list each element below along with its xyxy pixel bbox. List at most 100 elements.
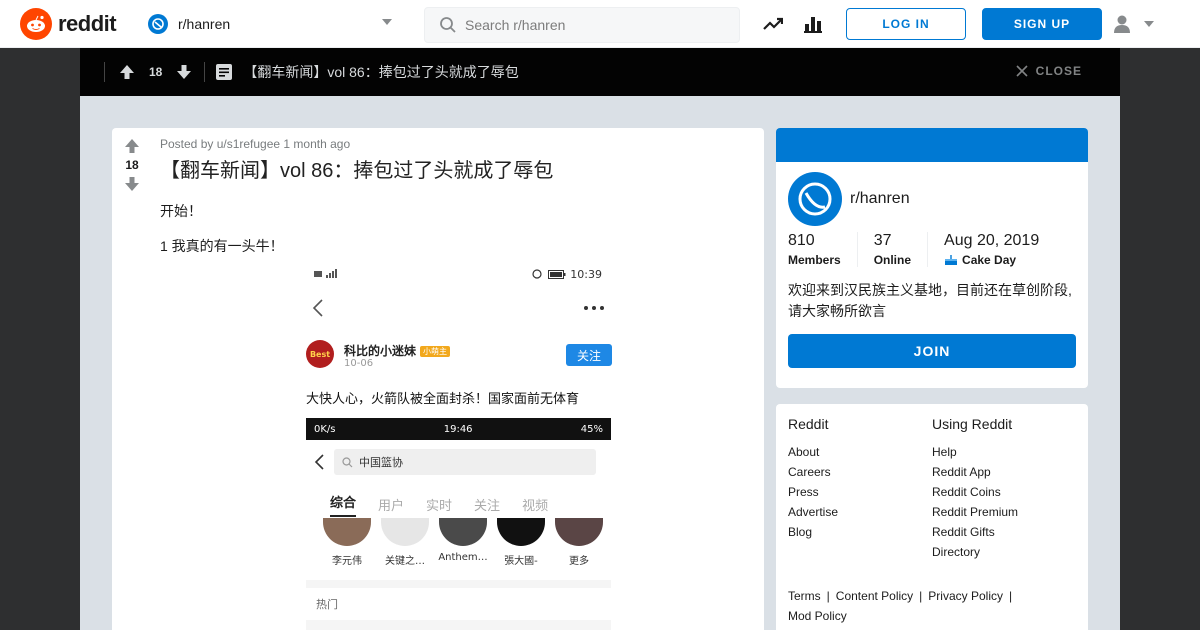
divider (104, 62, 105, 82)
footer-link-reddit-app[interactable]: Reddit App (932, 462, 1072, 482)
logo-text: reddit (58, 11, 117, 36)
nested-hot-label: 热门 (306, 588, 611, 620)
trending-icon[interactable] (763, 14, 783, 34)
post-image[interactable]: 10:39 Best 科比的小迷妹 小萌主 10-06 关注 大快人心，火箭队被全… (304, 262, 622, 630)
nested-avatar: 張大國- (492, 518, 550, 580)
separator: | (826, 589, 830, 603)
join-button[interactable]: JOIN (788, 334, 1076, 368)
author-badge: 小萌主 (420, 346, 451, 357)
nested-tab: 关注 (474, 498, 501, 514)
nested-tab: 视频 (522, 498, 549, 514)
overlay-post-title: 【翻车新闻】vol 86：捧包过了头就成了辱包 (243, 64, 519, 80)
nested-tab: 实时 (426, 498, 453, 514)
footer-link-content-policy[interactable]: Content Policy (836, 589, 913, 603)
user-menu-dropdown[interactable] (1112, 12, 1162, 36)
footer-link-advertise[interactable]: Advertise (788, 502, 928, 522)
overlay-vote-group: 18 (119, 64, 192, 80)
nested-tab: 综合 (330, 492, 357, 517)
subreddit-dropdown[interactable]: r/hanren (148, 12, 398, 36)
nested-tab: 用户 (378, 498, 405, 514)
footer-link-mod-policy[interactable]: Mod Policy (788, 609, 847, 623)
footer-col-title: Using Reddit (932, 416, 1013, 432)
search-bar[interactable] (424, 7, 740, 43)
alarm-icon (532, 269, 542, 279)
footer-link-blog[interactable]: Blog (788, 522, 928, 542)
footer-link-careers[interactable]: Careers (788, 462, 928, 482)
cake-icon (945, 255, 958, 265)
more-icon (584, 306, 604, 310)
subreddit-name: r/hanren (178, 16, 231, 32)
reddit-snoo-icon (20, 8, 52, 40)
back-icon (314, 454, 324, 470)
cake-day-stat: Aug 20, 2019 Cake Day (944, 232, 1040, 267)
stats-icon[interactable] (803, 14, 823, 34)
search-icon (342, 456, 353, 467)
nested-speed: 0K/s (314, 423, 336, 435)
vote-count: 18 (125, 158, 139, 172)
online-stat: 37 Online (874, 232, 929, 267)
footer-link-directory[interactable]: Directory (932, 542, 1072, 562)
nested-avatar: 李元伟 (318, 518, 376, 580)
nested-avatar-row: 李元伟 关键之… Anthem… 張大國- 更多 (306, 518, 611, 580)
back-icon (312, 299, 323, 317)
post-overlay-bar: 18 【翻车新闻】vol 86：捧包过了头就成了辱包 CLOSE (80, 48, 1120, 96)
login-button[interactable]: LOG IN (846, 8, 966, 40)
user-icon (1114, 15, 1130, 33)
top-header: reddit r/hanren LOG IN SIGN UP (0, 0, 1200, 48)
footer-col-title: Reddit (788, 416, 829, 432)
overlay-vote-count: 18 (149, 65, 163, 79)
upvote-icon[interactable] (119, 64, 135, 80)
vote-column: 18 (112, 128, 152, 192)
footer-link-about[interactable]: About (788, 442, 928, 462)
subreddit-icon (148, 14, 168, 34)
footer-col-reddit: Reddit About Careers Press Advertise Blo… (788, 416, 928, 542)
footer-link-reddit-premium[interactable]: Reddit Premium (932, 502, 1072, 522)
post-text-line: 开始！ (160, 203, 202, 219)
community-stats: 810 Members 37 Online Aug 20, 2019 Cake … (788, 232, 1071, 267)
author-name: 科比的小迷妹 小萌主 (344, 342, 451, 359)
follow-button: 关注 (566, 344, 612, 366)
chevron-down-icon (382, 19, 392, 25)
post-date: 10-06 (344, 358, 374, 369)
community-icon (788, 172, 842, 226)
close-label: CLOSE (1035, 64, 1082, 78)
nested-avatar: Anthem… (434, 518, 492, 580)
separator: | (919, 589, 923, 603)
phone-nav-bar (304, 290, 622, 326)
footer-link-terms[interactable]: Terms (788, 589, 821, 603)
upvote-icon[interactable] (124, 138, 140, 154)
nested-time: 19:46 (443, 423, 473, 435)
phone-status-bar: 10:39 (304, 262, 622, 286)
footer-col-using-reddit: Using Reddit Help Reddit App Reddit Coin… (932, 416, 1072, 562)
phone-time: 10:39 (570, 267, 602, 281)
nested-screenshot: 0K/s 19:46 45% 中国篮协 综合 用户 实时 关注 视频 李元伟 关… (306, 418, 611, 630)
footer-link-help[interactable]: Help (932, 442, 1072, 462)
search-input[interactable] (465, 17, 725, 33)
separator: | (1008, 589, 1013, 603)
nested-search-box: 中国篮协 (334, 449, 596, 475)
footer-link-privacy-policy[interactable]: Privacy Policy (928, 589, 1003, 603)
reddit-logo[interactable]: reddit (20, 8, 117, 40)
post-title: 【翻车新闻】vol 86：捧包过了头就成了辱包 (160, 160, 554, 182)
footer-link-reddit-coins[interactable]: Reddit Coins (932, 482, 1072, 502)
community-widget: r/hanren 810 Members 37 Online Aug 20, 2… (776, 128, 1088, 388)
close-button[interactable]: CLOSE (1016, 64, 1082, 78)
downvote-icon[interactable] (124, 176, 140, 192)
nested-avatar: 更多 (550, 518, 608, 580)
post-text-icon (216, 64, 233, 80)
phone-post-author: Best 科比的小迷妹 小萌主 10-06 关注 (304, 338, 622, 376)
author-avatar: Best (306, 340, 334, 368)
signup-button[interactable]: SIGN UP (982, 8, 1102, 40)
nested-avatar: 关键之… (376, 518, 434, 580)
community-name[interactable]: r/hanren (850, 190, 910, 208)
members-stat: 810 Members (788, 232, 858, 267)
search-icon (440, 17, 456, 33)
footer-links-widget: Reddit About Careers Press Advertise Blo… (776, 404, 1088, 630)
policy-links: Terms | Content Policy | Privacy Policy | Mod … (788, 586, 1078, 626)
community-header: r/hanren (788, 172, 910, 226)
footer-link-press[interactable]: Press (788, 482, 928, 502)
nested-battery: 45% (580, 423, 603, 435)
close-icon (1016, 65, 1028, 77)
footer-link-reddit-gifts[interactable]: Reddit Gifts (932, 522, 1072, 542)
downvote-icon[interactable] (176, 64, 192, 80)
